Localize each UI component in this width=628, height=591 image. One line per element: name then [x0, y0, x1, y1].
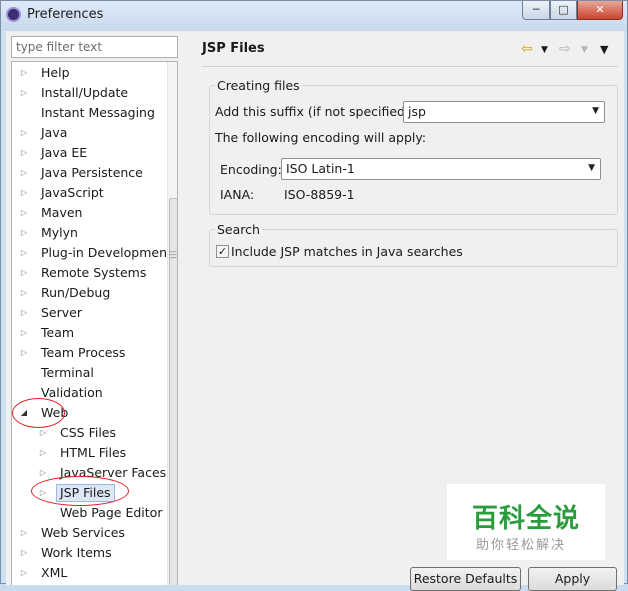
collapsed-twisty-icon[interactable]: ▷: [19, 223, 29, 243]
collapsed-twisty-icon[interactable]: ▷: [19, 283, 29, 303]
tree-item-label: Remote Systems: [41, 265, 147, 280]
collapsed-twisty-icon[interactable]: ▷: [19, 303, 29, 323]
tree-item-label: Mylyn: [41, 225, 78, 240]
watermark-subtitle: 助你轻松解决: [476, 538, 567, 553]
collapsed-twisty-icon[interactable]: ▷: [19, 323, 29, 343]
tree-item-label: JSP Files: [56, 484, 115, 502]
collapsed-twisty-icon[interactable]: ▷: [19, 63, 29, 83]
collapsed-twisty-icon[interactable]: ▷: [19, 83, 29, 103]
collapsed-twisty-icon[interactable]: ▷: [19, 243, 29, 263]
tree-item-label: Run/Debug: [41, 285, 111, 300]
collapsed-twisty-icon[interactable]: ▷: [19, 343, 29, 363]
collapsed-twisty-icon[interactable]: ▷: [19, 183, 29, 203]
suffix-select[interactable]: jsp ▼: [403, 101, 605, 123]
tree-item-label: Team Process: [41, 345, 126, 360]
tree-item-label: CSS Files: [60, 425, 116, 440]
chevron-down-icon: ▼: [588, 163, 595, 173]
iana-label: IANA:: [220, 187, 255, 202]
collapsed-twisty-icon[interactable]: ▷: [38, 443, 48, 463]
back-arrow-icon[interactable]: ⇦: [521, 41, 533, 57]
tree-item-label: Web Page Editor: [60, 505, 163, 520]
tree-item-label: Server: [41, 305, 82, 320]
maximize-button[interactable]: □: [550, 1, 577, 20]
close-button[interactable]: ✕: [577, 1, 623, 20]
tree-item-label: JavaScript: [41, 185, 104, 200]
tree-item-label: Team: [41, 325, 75, 340]
scrollbar-grip-icon: — — —: [169, 247, 177, 262]
tree-item-label: Java Persistence: [41, 165, 143, 180]
creating-files-title: Creating files: [215, 78, 302, 93]
tree-item-label: Instant Messaging: [41, 105, 155, 120]
apply-button[interactable]: Apply: [528, 567, 617, 591]
tree-item-label: HTML Files: [60, 445, 127, 460]
encoding-value: ISO Latin-1: [286, 161, 355, 176]
collapsed-twisty-icon[interactable]: ▷: [38, 483, 48, 503]
tree-item-label: Plug-in Development: [41, 245, 172, 260]
eclipse-app-icon: [6, 7, 21, 22]
title-bar[interactable]: Preferences ─ □ ✕: [1, 1, 627, 31]
tree-item-label: Maven: [41, 205, 83, 220]
expanded-twisty-icon[interactable]: ◢: [19, 403, 29, 423]
iana-value: ISO-8859-1: [284, 187, 355, 202]
watermark-mark: 百科全说: [472, 504, 581, 534]
dialog-client-area: type filter text ▷ Help ▷ Install/Update Ins…: [6, 31, 624, 591]
tree-item-label: XML: [41, 565, 68, 580]
include-jsp-checkbox[interactable]: ✓: [216, 245, 229, 258]
encoding-label: Encoding:: [220, 162, 282, 177]
suffix-value: jsp: [408, 104, 426, 119]
restore-defaults-button[interactable]: Restore Defaults: [410, 567, 521, 591]
forward-arrow-icon[interactable]: ⇨: [559, 41, 571, 57]
tree-item-label: Validation: [41, 385, 103, 400]
collapsed-twisty-icon[interactable]: ▷: [19, 203, 29, 223]
preferences-window: Preferences ─ □ ✕ type filter text ▷ Help…: [0, 0, 628, 591]
collapsed-twisty-icon[interactable]: ▷: [38, 423, 48, 443]
tree-item-label: Install/Update: [41, 85, 129, 100]
page-title: JSP Files: [202, 41, 265, 56]
collapsed-twisty-icon[interactable]: ▷: [19, 163, 29, 183]
forward-history-dropdown-icon[interactable]: ▼: [581, 45, 588, 55]
tree-item-label: Work Items: [41, 545, 112, 560]
preferences-tree: ▷ Help ▷ Install/Update Instant Messaging ▷ Ja…: [11, 61, 178, 585]
window-title: Preferences: [27, 7, 104, 22]
encoding-note: The following encoding will apply:: [215, 130, 427, 145]
suffix-label: Add this suffix (if not specified):: [215, 104, 415, 119]
view-menu-icon[interactable]: ▼: [600, 43, 608, 56]
collapsed-twisty-icon[interactable]: ▷: [19, 143, 29, 163]
chevron-down-icon: ▼: [592, 106, 599, 116]
watermark-logo: 百科全说 助你轻松解决: [447, 484, 605, 560]
collapsed-twisty-icon[interactable]: ▷: [19, 563, 29, 583]
tree-item-label: Help: [41, 65, 70, 80]
collapsed-twisty-icon[interactable]: ▷: [19, 543, 29, 563]
minimize-button[interactable]: ─: [522, 1, 550, 20]
tree-item-label: Java: [41, 125, 68, 140]
checkmark-icon: ✓: [217, 245, 228, 258]
collapsed-twisty-icon[interactable]: ▷: [19, 523, 29, 543]
tree-scrollbar[interactable]: — — —: [167, 62, 177, 585]
include-jsp-label[interactable]: Include JSP matches in Java searches: [231, 244, 463, 259]
search-title: Search: [215, 222, 262, 237]
title-separator: [202, 66, 618, 67]
collapsed-twisty-icon[interactable]: ▷: [38, 463, 48, 483]
tree-item-label: Web Services: [41, 525, 125, 540]
tree-item-label: Web: [41, 405, 69, 420]
tree-item-label: JavaServer Faces T: [60, 465, 178, 480]
encoding-select[interactable]: ISO Latin-1 ▼: [281, 158, 601, 180]
back-history-dropdown-icon[interactable]: ▼: [541, 45, 548, 55]
filter-input[interactable]: type filter text: [11, 36, 178, 58]
tree-item-label: Terminal: [41, 365, 94, 380]
collapsed-twisty-icon[interactable]: ▷: [19, 263, 29, 283]
collapsed-twisty-icon[interactable]: ▷: [19, 123, 29, 143]
tree-item-label: Java EE: [41, 145, 88, 160]
